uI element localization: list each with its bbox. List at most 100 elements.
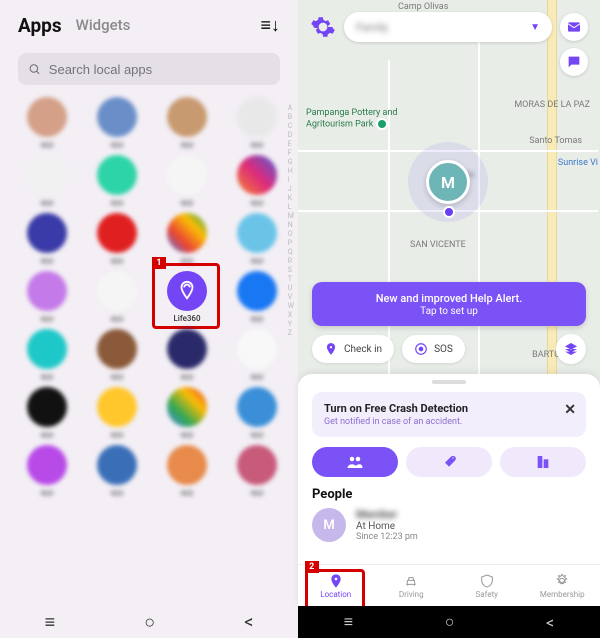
person-name: Member bbox=[356, 508, 418, 521]
crash-card-title: Turn on Free Crash Detection bbox=[324, 402, 468, 415]
checkin-label: Check in bbox=[344, 344, 382, 355]
app-item[interactable]: app bbox=[226, 271, 288, 323]
app-item[interactable]: app bbox=[156, 329, 218, 381]
person-location: At Home bbox=[356, 521, 418, 532]
app-item[interactable]: app bbox=[86, 97, 148, 149]
search-input[interactable] bbox=[49, 62, 270, 77]
category-tabs bbox=[312, 447, 586, 477]
messages-icon[interactable] bbox=[560, 13, 588, 41]
app-item[interactable]: app bbox=[156, 97, 218, 149]
banner-sub: Tap to set up bbox=[420, 306, 478, 317]
tab-label: Driving bbox=[399, 590, 424, 599]
app-item[interactable]: app bbox=[226, 329, 288, 381]
app-life360[interactable]: 1 Life360 bbox=[156, 271, 218, 323]
top-bar: Family ▼ bbox=[310, 12, 588, 42]
banner-title: New and improved Help Alert. bbox=[376, 292, 523, 305]
sheet-handle-icon[interactable] bbox=[432, 380, 466, 384]
app-item[interactable]: app bbox=[226, 213, 288, 265]
step-badge: 2 bbox=[305, 561, 319, 573]
tab-label: Membership bbox=[540, 590, 585, 599]
gear-icon[interactable] bbox=[310, 14, 336, 40]
app-item[interactable]: app bbox=[16, 445, 78, 497]
bottom-nav: 2 Location Driving Safety Membership bbox=[298, 564, 600, 606]
chat-icon[interactable] bbox=[560, 48, 588, 76]
map-label: MORAS DE LA PAZ bbox=[514, 100, 590, 110]
map-label: SAN VICENTE bbox=[410, 240, 466, 250]
chevron-down-icon: ▼ bbox=[530, 22, 540, 33]
step-badge: 1 bbox=[152, 257, 166, 269]
app-item[interactable]: app bbox=[226, 155, 288, 207]
app-item[interactable]: app bbox=[16, 329, 78, 381]
nav-back-icon[interactable]: < bbox=[244, 612, 253, 633]
app-item[interactable]: app bbox=[86, 445, 148, 497]
app-item[interactable]: app bbox=[86, 329, 148, 381]
drawer-tabs: Apps Widgets bbox=[18, 14, 130, 37]
search-icon bbox=[28, 62, 41, 76]
member-map-pin[interactable]: M bbox=[426, 160, 470, 204]
alpha-index[interactable]: ABCDEFGHIJKLMNOPQRSTUVWXYZ bbox=[288, 104, 294, 337]
category-people-icon[interactable] bbox=[312, 447, 398, 477]
app-item[interactable]: app bbox=[16, 155, 78, 207]
crash-card-sub: Get notified in case of an accident. bbox=[324, 417, 468, 427]
tab-safety[interactable]: Safety bbox=[458, 573, 516, 599]
nav-home-icon[interactable]: ○ bbox=[144, 612, 155, 633]
checkin-button[interactable]: Check in bbox=[312, 335, 394, 363]
avatar: M bbox=[312, 508, 346, 542]
android-nav-bar: ≡ ○ < bbox=[298, 606, 600, 638]
app-item[interactable]: app bbox=[86, 155, 148, 207]
close-icon[interactable]: ✕ bbox=[564, 402, 576, 418]
map-label: Santo Tomas bbox=[529, 136, 582, 146]
app-item[interactable]: app bbox=[226, 445, 288, 497]
app-item[interactable]: app bbox=[226, 387, 288, 439]
circle-selector[interactable]: Family ▼ bbox=[344, 12, 552, 42]
app-item[interactable]: app bbox=[86, 271, 148, 323]
drawer-header: Apps Widgets ≡↓ bbox=[0, 0, 298, 47]
tab-location[interactable]: 2 Location bbox=[307, 573, 365, 599]
sos-label: SOS bbox=[434, 344, 453, 355]
category-items-icon[interactable] bbox=[406, 447, 492, 477]
category-places-icon[interactable] bbox=[500, 447, 586, 477]
nav-back-icon[interactable]: < bbox=[546, 613, 554, 632]
sort-icon[interactable]: ≡↓ bbox=[260, 15, 280, 36]
app-item[interactable]: app bbox=[86, 387, 148, 439]
app-item[interactable]: app bbox=[16, 213, 78, 265]
map-label: Camp Olivas bbox=[398, 2, 448, 12]
app-item[interactable]: app bbox=[226, 97, 288, 149]
badge-icon bbox=[554, 573, 570, 589]
android-nav-bar: ≡ ○ < bbox=[0, 606, 298, 638]
circle-name: Family bbox=[356, 21, 530, 34]
app-drawer-screen: Apps Widgets ≡↓ app app app app app app … bbox=[0, 0, 298, 638]
app-item[interactable]: app bbox=[156, 445, 218, 497]
tab-widgets[interactable]: Widgets bbox=[76, 16, 131, 37]
highlight-box bbox=[152, 263, 220, 329]
location-dot-icon bbox=[443, 206, 455, 218]
app-item[interactable]: app bbox=[86, 213, 148, 265]
crash-detection-card[interactable]: Turn on Free Crash Detection Get notifie… bbox=[312, 392, 586, 437]
search-bar[interactable] bbox=[18, 53, 280, 85]
nav-recent-icon[interactable]: ≡ bbox=[344, 612, 353, 632]
sos-button[interactable]: SOS bbox=[402, 335, 465, 363]
person-row[interactable]: M Member At Home Since 12:23 pm bbox=[312, 508, 586, 542]
app-grid: app app app app app app app app app app … bbox=[0, 97, 298, 497]
app-item[interactable]: app bbox=[16, 387, 78, 439]
nav-home-icon[interactable]: ○ bbox=[445, 612, 455, 632]
person-since: Since 12:23 pm bbox=[356, 532, 418, 542]
car-icon bbox=[403, 573, 419, 589]
layers-button[interactable] bbox=[556, 334, 586, 364]
app-item[interactable]: app bbox=[16, 97, 78, 149]
app-item[interactable]: app bbox=[156, 387, 218, 439]
app-item[interactable]: app bbox=[156, 155, 218, 207]
nav-recent-icon[interactable]: ≡ bbox=[45, 612, 56, 633]
tab-membership[interactable]: Membership bbox=[533, 573, 591, 599]
map-label: Sunrise Vi bbox=[558, 158, 598, 168]
quick-actions: Check in SOS bbox=[312, 334, 586, 364]
map-poi[interactable]: Pampanga Pottery and Agritourism Park bbox=[306, 108, 406, 130]
shield-icon bbox=[479, 573, 495, 589]
help-alert-banner[interactable]: New and improved Help Alert. Tap to set … bbox=[312, 282, 586, 326]
tab-label: Safety bbox=[476, 590, 498, 599]
life360-screen: Camp Olivas Pampanga Pottery and Agritou… bbox=[298, 0, 600, 638]
people-heading: People bbox=[312, 487, 586, 502]
app-item[interactable]: app bbox=[16, 271, 78, 323]
tab-apps[interactable]: Apps bbox=[18, 14, 62, 37]
tab-driving[interactable]: Driving bbox=[382, 573, 440, 599]
